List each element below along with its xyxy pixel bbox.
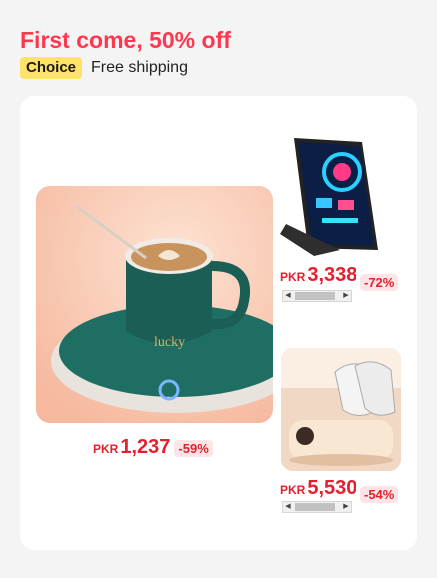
scroll-left-icon[interactable]: ◀ [283, 291, 293, 301]
promo-header: First come, 50% off [20, 26, 231, 54]
main-price: PKR 1,237 -59% [93, 436, 213, 459]
monitor-stand-image[interactable] [280, 136, 400, 256]
item-b-scrollbar[interactable]: ◀ ▶ [282, 501, 352, 513]
scroll-right-icon[interactable]: ▶ [341, 502, 351, 512]
item-b-discount-badge: -54% [360, 486, 399, 503]
main-discount-badge: -59% [174, 440, 213, 457]
item-a-amount: 3,338 [307, 264, 356, 286]
item-a-price-clip: PKR 3,338 [280, 264, 356, 288]
free-shipping-label: Free shipping [91, 59, 188, 76]
item-a-currency: PKR [280, 270, 306, 284]
scroll-thumb[interactable] [295, 292, 335, 300]
promo-title: First come, 50% off [20, 27, 231, 53]
item-a-scrollbar[interactable]: ◀ ▶ [282, 290, 352, 302]
main-currency: PKR [93, 442, 119, 456]
choice-badge: Choice [20, 57, 83, 79]
item-a-discount-badge: -72% [360, 274, 399, 291]
item-b-currency: PKR [280, 483, 306, 497]
product-card[interactable]: lucky PKR 1,237 -59% PKR 3,338 -72% ◀ ▶ [20, 96, 417, 550]
item-b-amount: 5,530 [307, 477, 356, 499]
scroll-right-icon[interactable]: ▶ [341, 291, 351, 301]
promo-subrow: Choice Free shipping [20, 57, 188, 79]
scroll-thumb[interactable] [295, 503, 335, 511]
item-b-price-clip: PKR 5,530 [280, 477, 356, 501]
scroll-left-icon[interactable]: ◀ [283, 502, 293, 512]
main-amount: 1,237 [120, 436, 171, 458]
item-b-price: PKR 5,530 [280, 477, 356, 500]
svg-text:lucky: lucky [154, 335, 185, 350]
item-a-price: PKR 3,338 [280, 264, 356, 287]
shoe-dryer-image[interactable] [281, 348, 401, 471]
mug-warmer-image[interactable]: lucky [36, 186, 273, 423]
